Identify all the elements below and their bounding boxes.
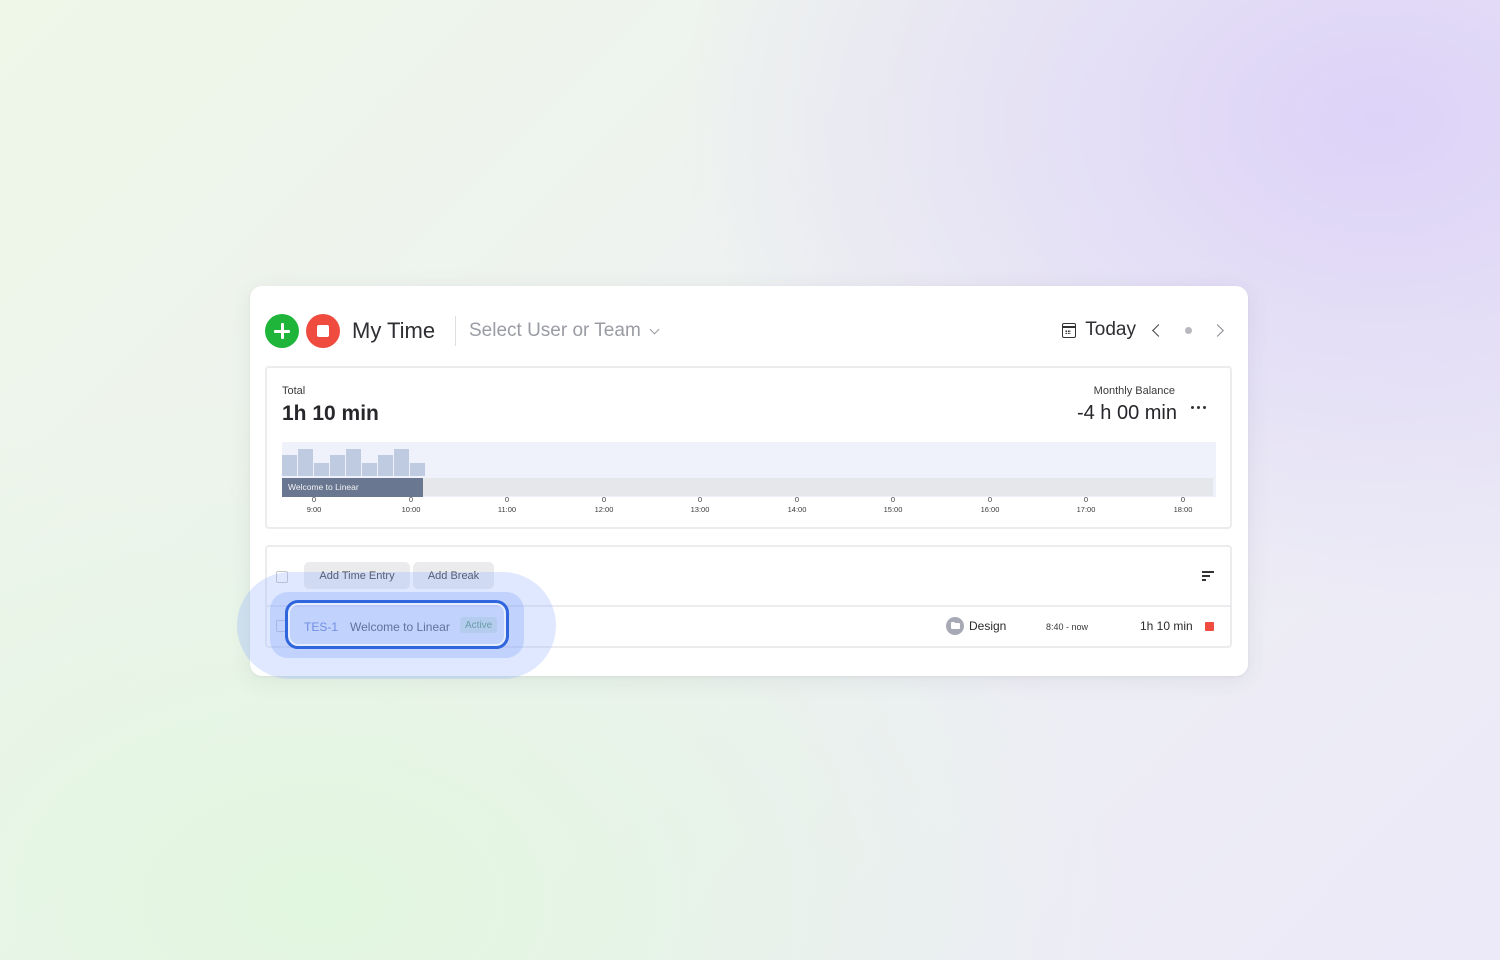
monthly-balance-value: -4 h 00 min [1076, 402, 1177, 424]
chevron-left-icon[interactable] [1152, 323, 1165, 337]
activity-bar [378, 455, 393, 476]
timeline-tick: 0 16:00 [980, 495, 1000, 514]
start-timer-button[interactable] [265, 314, 299, 348]
header-divider [455, 316, 456, 346]
timeline-tick: 0 17:00 [1076, 495, 1096, 514]
timeline-tick: 0 12:00 [594, 495, 614, 514]
timeline-tick: 0 11:00 [497, 495, 517, 514]
chevron-right-icon[interactable] [1211, 323, 1224, 337]
sort-icon[interactable] [1202, 571, 1214, 581]
timeline-tick: 0 9:00 [306, 495, 322, 514]
select-all-checkbox[interactable] [276, 571, 288, 583]
activity-bar [410, 463, 425, 476]
plus-icon [274, 323, 290, 339]
issue-id-link[interactable]: TES-1 [304, 620, 338, 634]
row-checkbox[interactable] [276, 620, 288, 632]
issue-title[interactable]: Welcome to Linear [350, 620, 450, 634]
stop-entry-button[interactable] [1205, 622, 1214, 631]
timeline-tick: 0 10:00 [401, 495, 421, 514]
activity-bar [362, 463, 377, 476]
monthly-balance-label: Monthly Balance [1093, 385, 1175, 397]
date-navigation: Today [1062, 319, 1224, 341]
timeline-tick: 0 18:00 [1173, 495, 1193, 514]
time-summary-panel: Total 1h 10 min Monthly Balance -4 h 00 … [265, 366, 1232, 529]
add-break-button[interactable]: Add Break [413, 562, 494, 589]
activity-bar [314, 463, 329, 476]
stop-timer-button[interactable] [306, 314, 340, 348]
total-value: 1h 10 min [282, 402, 379, 425]
activity-bar [298, 449, 313, 476]
day-timeline: Welcome to Linear [282, 442, 1216, 497]
user-team-select-placeholder: Select User or Team [469, 320, 641, 341]
time-entries-panel: Add Time Entry Add Break TES-1 Welcome t… [265, 545, 1232, 648]
activity-bar [282, 455, 297, 476]
add-time-entry-button[interactable]: Add Time Entry [304, 562, 410, 589]
status-badge: Active [460, 617, 498, 633]
today-dot-button[interactable] [1185, 326, 1192, 334]
time-range[interactable]: 8:40 - now [1046, 622, 1088, 632]
stop-icon [317, 325, 329, 337]
total-label: Total [282, 385, 306, 397]
chevron-down-icon [649, 324, 660, 334]
activity-bar [346, 449, 361, 476]
date-label[interactable]: Today [1085, 319, 1136, 341]
activity-bar [394, 449, 409, 476]
timeline-tick: 0 15:00 [883, 495, 903, 514]
activity-bar [330, 455, 345, 476]
timeline-tick: 0 13:00 [690, 495, 710, 514]
timeline-entry-label: Welcome to Linear [288, 482, 359, 492]
calendar-icon[interactable] [1062, 322, 1077, 338]
page-title: My Time [352, 318, 436, 343]
my-time-card: My Time Select User or Team Today Total … [250, 286, 1248, 676]
folder-icon [946, 617, 964, 635]
row-divider [267, 605, 1230, 607]
entry-duration: 1h 10 min [1140, 619, 1193, 633]
user-team-select[interactable]: Select User or Team [469, 320, 660, 342]
project-name[interactable]: Design [969, 619, 1006, 633]
timeline-tick: 0 14:00 [787, 495, 807, 514]
more-options-icon[interactable] [1191, 402, 1206, 413]
